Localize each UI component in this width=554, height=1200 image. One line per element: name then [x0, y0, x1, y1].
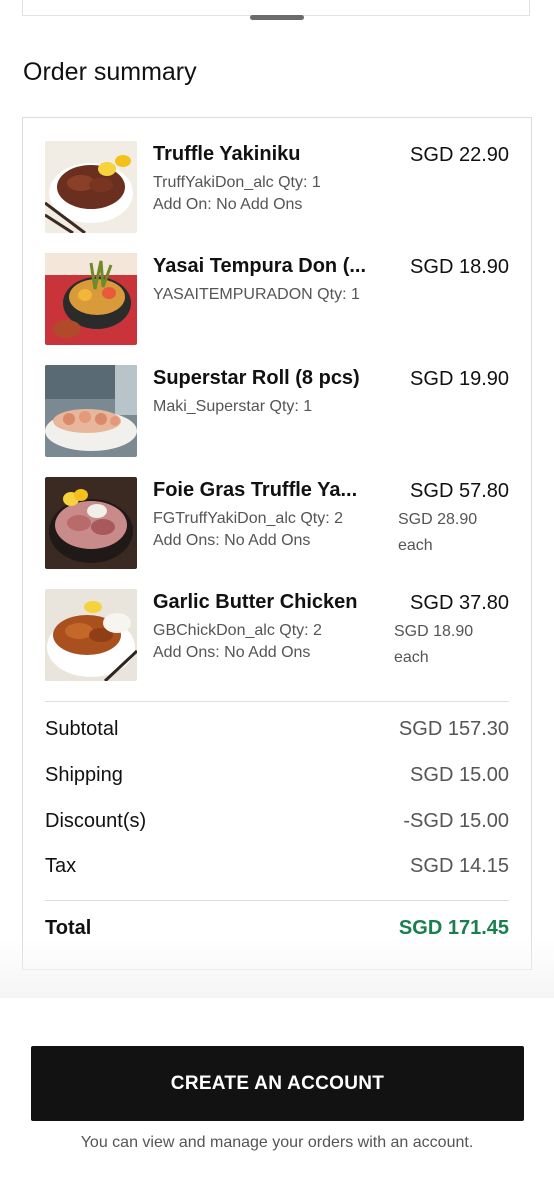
order-item: Garlic Butter Chicken GBChickDon_alc Qty…	[45, 589, 509, 681]
divider	[45, 701, 509, 702]
unit-price-label: each	[398, 537, 433, 554]
discount-label: Discount(s)	[45, 810, 147, 832]
previous-card-edge	[22, 0, 530, 16]
discount-row: Discount(s) -SGD 15.00	[45, 810, 509, 836]
total-label: Total	[45, 917, 92, 939]
item-unit-price: SGD 28.90 each	[398, 507, 488, 559]
item-name: Superstar Roll (8 pcs)	[153, 367, 360, 389]
create-account-button[interactable]: CREATE AN ACCOUNT	[31, 1046, 524, 1121]
drag-handle-icon[interactable]	[250, 15, 304, 20]
tax-label: Tax	[45, 855, 77, 877]
item-price: SGD 18.90	[410, 256, 509, 278]
total-value: SGD 171.45	[398, 917, 509, 939]
discount-value: -SGD 15.00	[403, 810, 509, 832]
order-item: Truffle Yakiniku TruffYakiDon_alc Qty: 1…	[45, 141, 509, 233]
order-summary-card: Truffle Yakiniku TruffYakiDon_alc Qty: 1…	[22, 117, 532, 970]
item-image	[45, 477, 137, 569]
item-sku-qty: YASAITEMPURADON Qty: 1	[153, 286, 360, 303]
item-price: SGD 19.90	[410, 368, 509, 390]
item-price: SGD 57.80	[410, 480, 509, 502]
tax-value: SGD 14.15	[410, 855, 509, 877]
order-summary-heading: Order summary	[23, 58, 197, 86]
item-price: SGD 22.90	[410, 144, 509, 166]
item-sku-qty: TruffYakiDon_alc Qty: 1	[153, 174, 321, 191]
shipping-row: Shipping SGD 15.00	[45, 764, 509, 790]
unit-price-label: each	[394, 649, 429, 666]
order-item: Foie Gras Truffle Ya... FGTruffYakiDon_a…	[45, 477, 509, 569]
item-image	[45, 141, 137, 233]
account-note: You can view and manage your orders with…	[80, 1134, 474, 1151]
item-addons: Add On: No Add Ons	[153, 196, 303, 213]
unit-price-value: SGD 28.90	[398, 511, 478, 528]
subtotal-label: Subtotal	[45, 718, 119, 740]
subtotal-row: Subtotal SGD 157.30	[45, 718, 509, 744]
order-item: Superstar Roll (8 pcs) Maki_Superstar Qt…	[45, 365, 509, 457]
scroll-fade	[0, 940, 554, 1000]
subtotal-value: SGD 157.30	[398, 718, 509, 740]
item-name: Garlic Butter Chicken	[153, 591, 358, 613]
item-image	[45, 365, 137, 457]
item-name: Foie Gras Truffle Ya...	[153, 479, 358, 501]
item-sku-qty: Maki_Superstar Qty: 1	[153, 398, 313, 415]
item-addons: Add Ons: No Add Ons	[153, 644, 311, 661]
unit-price-value: SGD 18.90	[394, 623, 474, 640]
tax-row: Tax SGD 14.15	[45, 855, 509, 881]
shipping-label: Shipping	[45, 764, 123, 786]
item-name: Yasai Tempura Don (...	[153, 255, 367, 277]
item-name: Truffle Yakiniku	[153, 143, 301, 165]
item-sku-qty: FGTruffYakiDon_alc Qty: 2	[153, 510, 343, 527]
item-unit-price: SGD 18.90 each	[394, 619, 484, 671]
order-item: Yasai Tempura Don (... YASAITEMPURADON Q…	[45, 253, 509, 345]
item-addons: Add Ons: No Add Ons	[153, 532, 311, 549]
divider	[45, 900, 509, 901]
item-sku-qty: GBChickDon_alc Qty: 2	[153, 622, 322, 639]
item-image	[45, 589, 137, 681]
item-price: SGD 37.80	[410, 592, 509, 614]
item-image	[45, 253, 137, 345]
shipping-value: SGD 15.00	[410, 764, 509, 786]
